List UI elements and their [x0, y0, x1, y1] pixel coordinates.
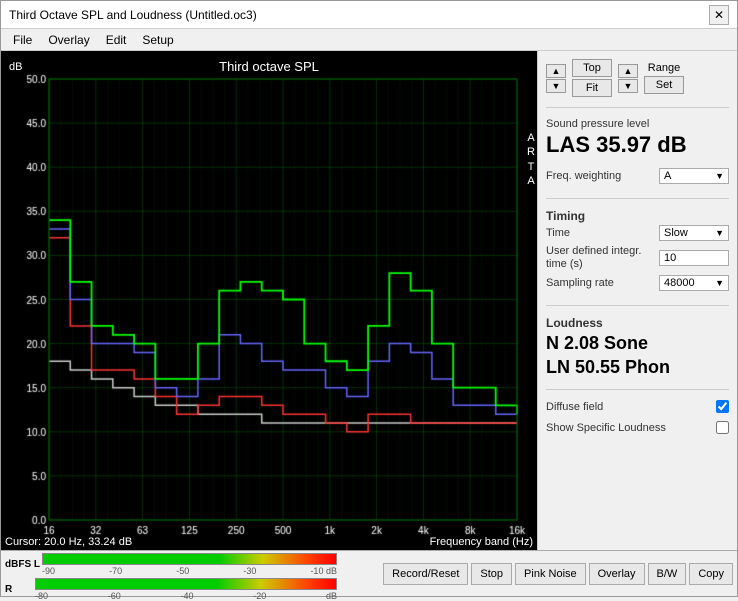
time-row: Time Slow ▼ [546, 225, 729, 241]
stop-button[interactable]: Stop [471, 563, 512, 585]
freq-weighting-dropdown[interactable]: A ▼ [659, 168, 729, 184]
chart-title: Third octave SPL [215, 55, 323, 78]
top-label-group: Top Fit [572, 59, 612, 97]
user-defined-label: User defined integr. time (s) [546, 245, 646, 271]
arta-label: ARTA [527, 131, 535, 188]
spl-value: LAS 35.97 dB [546, 132, 729, 158]
spl-section: Sound pressure level LAS 35.97 dB [546, 118, 729, 162]
menu-file[interactable]: File [5, 31, 40, 49]
bottom-bar: dBFS L -90 -70 -50 -30 -10 dB R [1, 550, 737, 596]
sampling-rate-dropdown[interactable]: 48000 ▼ [659, 275, 729, 291]
main-window: Third Octave SPL and Loudness (Untitled.… [0, 0, 738, 597]
chart-container: dB Third octave SPL ARTA Cursor: 20.0 Hz… [1, 51, 537, 550]
loudness-title: Loudness [546, 316, 729, 330]
freq-weighting-arrow: ▼ [715, 171, 724, 181]
diffuse-field-label: Diffuse field [546, 401, 603, 413]
sampling-rate-label: Sampling rate [546, 277, 614, 289]
range-label: Range [648, 62, 680, 74]
time-label: Time [546, 227, 570, 239]
pink-noise-button[interactable]: Pink Noise [515, 563, 586, 585]
cursor-info: Cursor: 20.0 Hz, 33.24 dB [1, 534, 136, 550]
range-arrows: ▲ ▼ [618, 64, 638, 93]
top-down-btn[interactable]: ▼ [546, 79, 566, 93]
window-title: Third Octave SPL and Loudness (Untitled.… [9, 8, 257, 22]
dbfs-r-label: R [5, 584, 33, 595]
freq-weighting-row: Freq. weighting A ▼ [546, 168, 729, 184]
range-group: ▲ ▼ [618, 64, 638, 93]
range-set-group: Range Set [644, 62, 684, 94]
menu-edit[interactable]: Edit [98, 31, 135, 49]
divider-2 [546, 198, 729, 199]
title-bar: Third Octave SPL and Loudness (Untitled.… [1, 1, 737, 29]
l-meter-bar [42, 553, 337, 565]
chart-canvas [1, 51, 537, 550]
timing-title: Timing [546, 209, 729, 223]
diffuse-field-row: Diffuse field [546, 400, 729, 413]
freq-band-label: Frequency band (Hz) [426, 534, 537, 550]
dbfs-l-label: dBFS L [5, 559, 40, 570]
freq-weighting-value: A [664, 170, 671, 182]
top-controls: ▲ ▼ Top Fit ▲ ▼ Range Set [546, 59, 729, 97]
top-up-btn[interactable]: ▲ [546, 64, 566, 78]
fit-button[interactable]: Fit [572, 79, 612, 97]
overlay-button[interactable]: Overlay [589, 563, 645, 585]
dbfs-row-r: R -80 -60 -40 -20 dB [5, 578, 337, 601]
sampling-rate-value: 48000 [664, 277, 695, 289]
main-content: dB Third octave SPL ARTA Cursor: 20.0 Hz… [1, 51, 737, 550]
close-button[interactable]: ✕ [709, 5, 729, 25]
show-specific-checkbox[interactable] [716, 421, 729, 434]
freq-weighting-label: Freq. weighting [546, 170, 621, 182]
time-dropdown[interactable]: Slow ▼ [659, 225, 729, 241]
sampling-rate-arrow: ▼ [715, 278, 724, 288]
timing-section: Timing Time Slow ▼ User defined integr. … [546, 209, 729, 295]
spl-label: Sound pressure level [546, 118, 729, 130]
set-button[interactable]: Set [644, 76, 684, 94]
time-arrow: ▼ [715, 228, 724, 238]
loudness-n-value: N 2.08 Sone [546, 332, 729, 355]
record-reset-button[interactable]: Record/Reset [383, 563, 468, 585]
menu-overlay[interactable]: Overlay [40, 31, 97, 49]
user-defined-input[interactable] [659, 250, 729, 266]
chart-area: dB Third octave SPL ARTA Cursor: 20.0 Hz… [1, 51, 537, 550]
time-value: Slow [664, 227, 688, 239]
top-fit-group: ▲ ▼ [546, 64, 566, 93]
r-meter-labels: -80 -60 -40 -20 dB [35, 591, 337, 601]
sampling-rate-row: Sampling rate 48000 ▼ [546, 275, 729, 291]
l-meter: -90 -70 -50 -30 -10 dB [42, 553, 337, 576]
r-meter-bar [35, 578, 337, 590]
bottom-buttons: Record/Reset Stop Pink Noise Overlay B/W… [341, 551, 737, 596]
show-specific-row: Show Specific Loudness [546, 421, 729, 434]
db-label: dB [9, 61, 22, 73]
user-defined-row: User defined integr. time (s) [546, 245, 729, 271]
l-meter-labels: -90 -70 -50 -30 -10 dB [42, 566, 337, 576]
range-down-btn[interactable]: ▼ [618, 79, 638, 93]
r-meter: -80 -60 -40 -20 dB [35, 578, 337, 601]
diffuse-field-checkbox[interactable] [716, 400, 729, 413]
copy-button[interactable]: Copy [689, 563, 733, 585]
top-arrows: ▲ ▼ [546, 64, 566, 93]
show-specific-label: Show Specific Loudness [546, 422, 666, 434]
range-up-btn[interactable]: ▲ [618, 64, 638, 78]
bw-button[interactable]: B/W [648, 563, 687, 585]
menu-setup[interactable]: Setup [134, 31, 181, 49]
dbfs-row-l: dBFS L -90 -70 -50 -30 -10 dB [5, 553, 337, 576]
menu-bar: File Overlay Edit Setup [1, 29, 737, 51]
top-button[interactable]: Top [572, 59, 612, 77]
divider-1 [546, 107, 729, 108]
divider-4 [546, 389, 729, 390]
loudness-section: Loudness N 2.08 Sone LN 50.55 Phon [546, 316, 729, 379]
loudness-ln-value: LN 50.55 Phon [546, 356, 729, 379]
dbfs-section: dBFS L -90 -70 -50 -30 -10 dB R [1, 551, 341, 596]
divider-3 [546, 305, 729, 306]
right-panel: ▲ ▼ Top Fit ▲ ▼ Range Set [537, 51, 737, 550]
